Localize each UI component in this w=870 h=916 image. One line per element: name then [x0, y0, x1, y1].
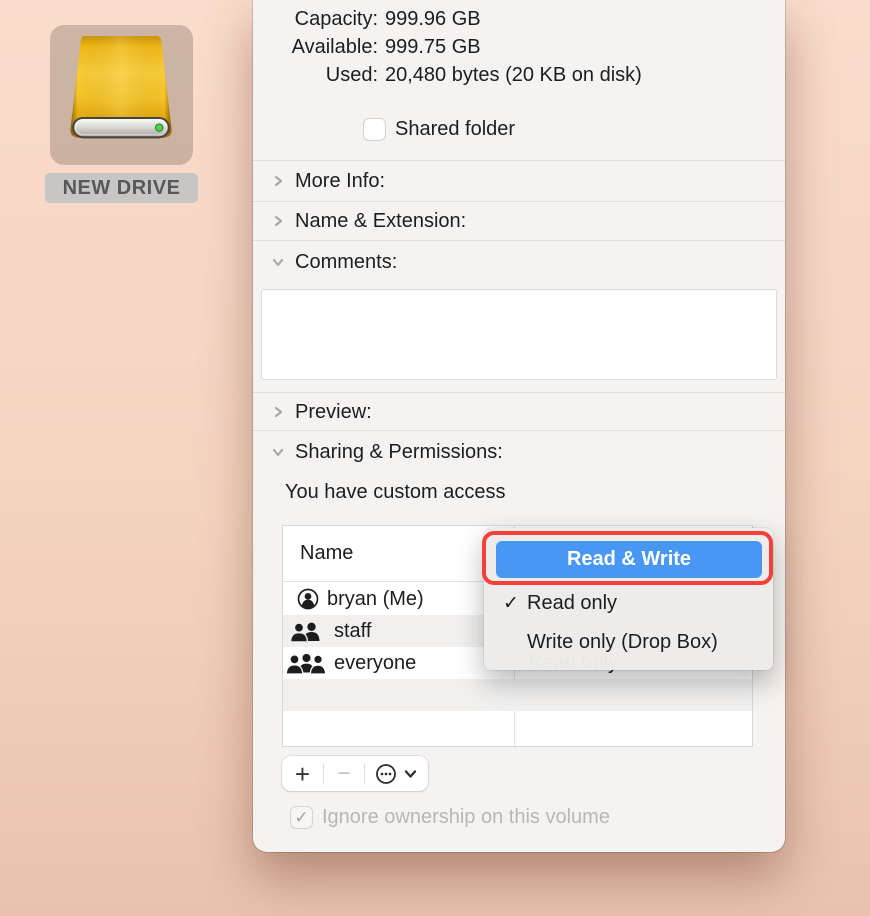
three-users-icon — [285, 652, 328, 675]
section-divider — [253, 430, 785, 431]
available-value: 999.75 GB — [385, 36, 481, 59]
section-name-extension[interactable]: Name & Extension: — [253, 201, 785, 241]
user-name: staff — [334, 620, 371, 643]
user-name: bryan (Me) — [327, 588, 424, 611]
drive-led-light — [155, 124, 162, 131]
comments-label: Comments: — [295, 251, 397, 274]
shared-folder-checkbox[interactable] — [363, 118, 386, 141]
comments-input[interactable] — [261, 289, 777, 380]
menu-item-read-write[interactable]: Read & Write — [496, 541, 762, 578]
chevron-right-icon — [271, 214, 285, 228]
section-sharing-permissions[interactable]: Sharing & Permissions: — [253, 432, 785, 472]
available-row: Available: 999.75 GB — [253, 33, 785, 61]
section-divider — [253, 240, 785, 241]
ignore-ownership-checkbox[interactable]: ✓ — [290, 806, 313, 829]
privilege-menu: Read & Write ✓ Read only Write only (Dro… — [484, 528, 773, 670]
used-row: Used: 20,480 bytes (20 KB on disk) — [253, 61, 785, 89]
get-info-window: Capacity: 999.96 GB Available: 999.75 GB… — [253, 0, 785, 852]
user-name: everyone — [334, 652, 416, 675]
section-more-info[interactable]: More Info: — [253, 161, 785, 201]
used-label: Used: — [253, 64, 378, 87]
chevron-down-icon — [403, 766, 418, 781]
ignore-ownership-label: Ignore ownership on this volume — [322, 806, 610, 829]
more-info-label: More Info: — [295, 170, 385, 193]
sharing-permissions-label: Sharing & Permissions: — [295, 441, 503, 464]
chevron-down-icon — [271, 445, 285, 459]
shared-folder-row: Shared folder — [363, 118, 515, 141]
shared-folder-label: Shared folder — [395, 118, 515, 141]
capacity-row: Capacity: 999.96 GB — [253, 5, 785, 33]
menu-item-write-only[interactable]: Write only (Drop Box) — [484, 623, 773, 661]
drive-icon-label: NEW DRIVE — [45, 173, 198, 203]
ellipsis-circle-icon — [374, 762, 398, 786]
checkmark-icon: ✓ — [294, 808, 308, 828]
name-extension-label: Name & Extension: — [295, 210, 466, 233]
available-label: Available: — [253, 36, 378, 59]
section-preview[interactable]: Preview: — [253, 392, 785, 432]
chevron-down-icon — [271, 255, 285, 269]
hard-drive-icon — [65, 33, 177, 149]
ignore-ownership-row: ✓ Ignore ownership on this volume — [290, 806, 610, 829]
actions-menu-button[interactable] — [365, 756, 427, 791]
table-row-empty — [283, 679, 752, 711]
two-users-icon — [289, 620, 323, 643]
chevron-right-icon — [271, 405, 285, 419]
checkmark-icon: ✓ — [503, 592, 527, 615]
preview-label: Preview: — [295, 401, 372, 424]
user-circle-icon — [297, 588, 319, 610]
remove-user-button[interactable]: − — [324, 756, 364, 791]
capacity-label: Capacity: — [253, 8, 378, 31]
add-user-button[interactable]: + — [282, 756, 323, 791]
section-comments[interactable]: Comments: — [253, 242, 785, 282]
drive-icon-selection — [50, 25, 193, 165]
drive-desktop-icon[interactable]: NEW DRIVE — [50, 25, 193, 203]
used-value: 20,480 bytes (20 KB on disk) — [385, 64, 642, 87]
capacity-value: 999.96 GB — [385, 8, 481, 31]
menu-item-read-only[interactable]: ✓ Read only — [484, 584, 773, 622]
access-status-text: You have custom access — [285, 481, 506, 504]
chevron-right-icon — [271, 174, 285, 188]
table-row-empty — [283, 711, 752, 746]
permissions-toolbar: + − — [282, 756, 428, 791]
